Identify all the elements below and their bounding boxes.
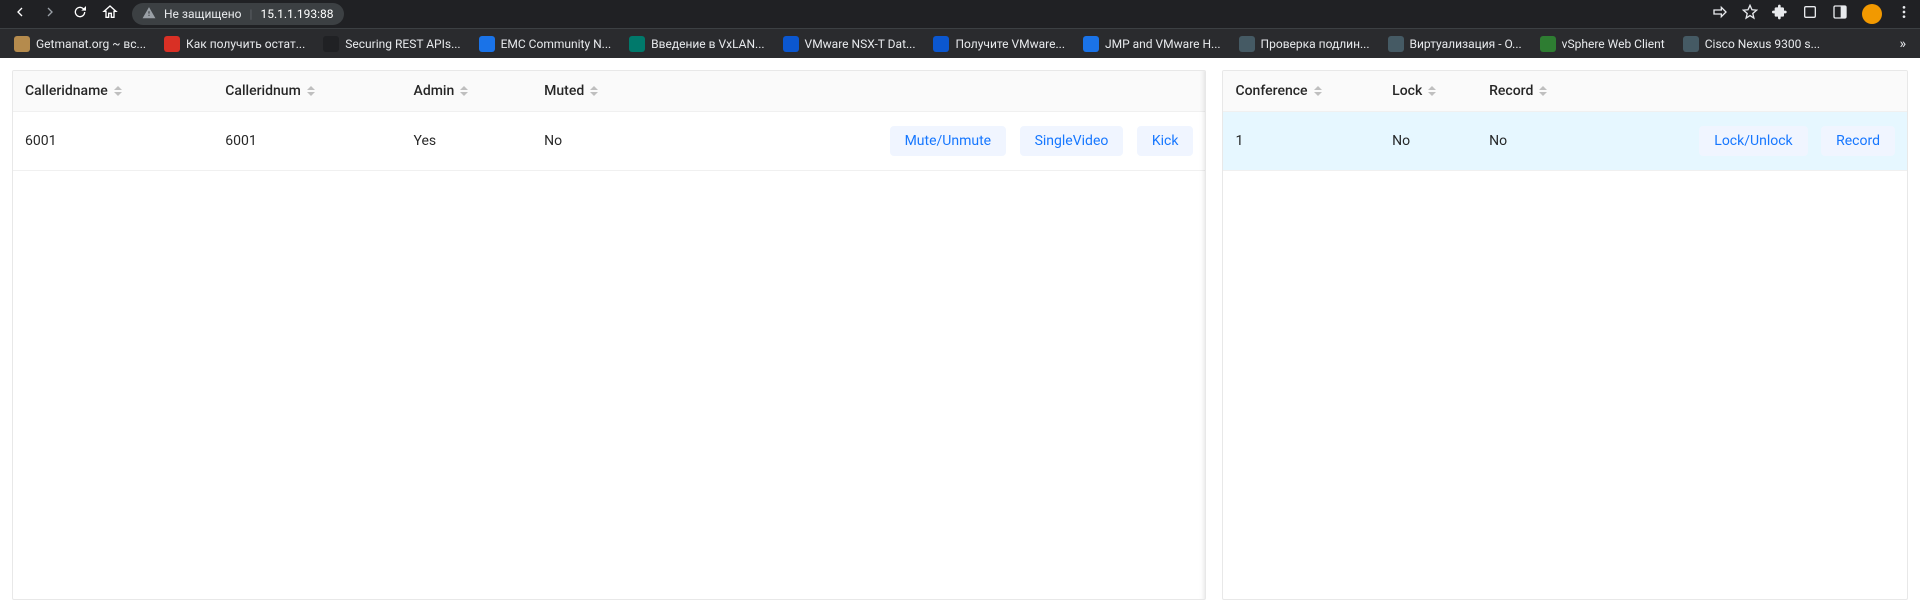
sort-icon[interactable] xyxy=(1428,86,1436,96)
cell-admin: Yes xyxy=(402,112,533,171)
favicon xyxy=(323,36,339,52)
favicon xyxy=(1540,36,1556,52)
favicon xyxy=(1083,36,1099,52)
not-secure-icon xyxy=(142,6,156,23)
conferences-panel: Conference Lock Record 1 No No Lock/Unlo… xyxy=(1222,70,1908,600)
col-lock[interactable]: Lock xyxy=(1380,71,1477,112)
browser-address-bar: Не защищено | 15.1.1.193:88 xyxy=(0,0,1920,28)
record-button[interactable]: Record xyxy=(1821,126,1895,156)
participants-panel: Calleridname Calleridnum Admin Muted 600… xyxy=(12,70,1206,600)
participants-table: Calleridname Calleridnum Admin Muted 600… xyxy=(13,71,1205,171)
bookmark-item[interactable]: JMP and VMware H... xyxy=(1077,32,1227,56)
security-label: Не защищено xyxy=(164,7,242,21)
single-video-button[interactable]: SingleVideo xyxy=(1020,126,1124,156)
reload-button[interactable] xyxy=(72,4,88,24)
kick-button[interactable]: Kick xyxy=(1137,126,1194,156)
bookmark-item[interactable]: Cisco Nexus 9300 s... xyxy=(1677,32,1826,56)
address-bar[interactable]: Не защищено | 15.1.1.193:88 xyxy=(132,3,344,25)
cell-calleridnum: 6001 xyxy=(213,112,401,171)
bookmark-item[interactable]: Getmanat.org ~ вс... xyxy=(8,32,152,56)
back-button[interactable] xyxy=(12,4,28,24)
bookmark-item[interactable]: vSphere Web Client xyxy=(1534,32,1671,56)
bookmark-label: EMC Community N... xyxy=(501,37,612,51)
home-button[interactable] xyxy=(102,4,118,24)
bookmark-label: Securing REST APIs... xyxy=(345,37,460,51)
puzzle-icon[interactable] xyxy=(1802,4,1818,24)
favicon xyxy=(164,36,180,52)
mute-unmute-button[interactable]: Mute/Unmute xyxy=(890,126,1007,156)
favicon xyxy=(629,36,645,52)
bookmarks-bar: Getmanat.org ~ вс... Как получить остат..… xyxy=(0,28,1920,58)
bookmark-label: JMP and VMware H... xyxy=(1105,37,1221,51)
cell-lock: No xyxy=(1380,112,1477,171)
lock-unlock-button[interactable]: Lock/Unlock xyxy=(1699,126,1807,156)
favicon xyxy=(1683,36,1699,52)
favicon xyxy=(479,36,495,52)
bookmark-item[interactable]: Виртуализация - O... xyxy=(1382,32,1528,56)
sort-icon[interactable] xyxy=(590,86,598,96)
bookmark-label: Проверка подлин... xyxy=(1261,37,1370,51)
bookmark-label: VMware NSX-T Dat... xyxy=(805,37,916,51)
bookmark-label: Cisco Nexus 9300 s... xyxy=(1705,37,1820,51)
col-conference[interactable]: Conference xyxy=(1223,71,1380,112)
col-calleridnum[interactable]: Calleridnum xyxy=(213,71,401,112)
bookmark-label: Получите VMware... xyxy=(955,37,1065,51)
url-text: 15.1.1.193:88 xyxy=(260,7,333,21)
bookmark-item[interactable]: Получите VMware... xyxy=(927,32,1071,56)
star-icon[interactable] xyxy=(1742,4,1758,24)
extensions-icon[interactable] xyxy=(1772,4,1788,24)
bookmark-item[interactable]: Проверка подлин... xyxy=(1233,32,1376,56)
table-row[interactable]: 1 No No Lock/Unlock Record xyxy=(1223,112,1907,171)
conferences-table: Conference Lock Record 1 No No Lock/Unlo… xyxy=(1223,71,1907,171)
bookmark-item[interactable]: Введение в VxLAN... xyxy=(623,32,770,56)
profile-avatar[interactable] xyxy=(1862,4,1882,24)
cell-calleridname: 6001 xyxy=(13,112,213,171)
share-icon[interactable] xyxy=(1712,4,1728,24)
cell-muted: No xyxy=(532,112,662,171)
col-admin[interactable]: Admin xyxy=(402,71,533,112)
cell-conference: 1 xyxy=(1223,112,1380,171)
col-calleridname[interactable]: Calleridname xyxy=(13,71,213,112)
favicon xyxy=(1388,36,1404,52)
bookmark-label: Введение в VxLAN... xyxy=(651,37,764,51)
col-record[interactable]: Record xyxy=(1477,71,1594,112)
bookmark-label: Как получить остат... xyxy=(186,37,305,51)
sort-icon[interactable] xyxy=(1539,86,1547,96)
bookmark-item[interactable]: Securing REST APIs... xyxy=(317,32,466,56)
sort-icon[interactable] xyxy=(1314,86,1322,96)
cell-record: No xyxy=(1477,112,1594,171)
col-muted[interactable]: Muted xyxy=(532,71,662,112)
bookmark-label: Getmanat.org ~ вс... xyxy=(36,37,146,51)
sort-icon[interactable] xyxy=(114,86,122,96)
panel-icon[interactable] xyxy=(1832,4,1848,24)
favicon xyxy=(933,36,949,52)
bookmark-label: Виртуализация - O... xyxy=(1410,37,1522,51)
bookmark-item[interactable]: EMC Community N... xyxy=(473,32,618,56)
table-row[interactable]: 6001 6001 Yes No Mute/Unmute SingleVideo… xyxy=(13,112,1205,171)
favicon xyxy=(1239,36,1255,52)
favicon xyxy=(14,36,30,52)
menu-icon[interactable] xyxy=(1896,4,1912,24)
sort-icon[interactable] xyxy=(307,86,315,96)
sort-icon[interactable] xyxy=(460,86,468,96)
bookmark-item[interactable]: Как получить остат... xyxy=(158,32,311,56)
bookmarks-overflow-button[interactable]: » xyxy=(1893,32,1912,56)
favicon xyxy=(783,36,799,52)
forward-button[interactable] xyxy=(42,4,58,24)
bookmark-label: vSphere Web Client xyxy=(1562,37,1665,51)
bookmark-item[interactable]: VMware NSX-T Dat... xyxy=(777,32,922,56)
